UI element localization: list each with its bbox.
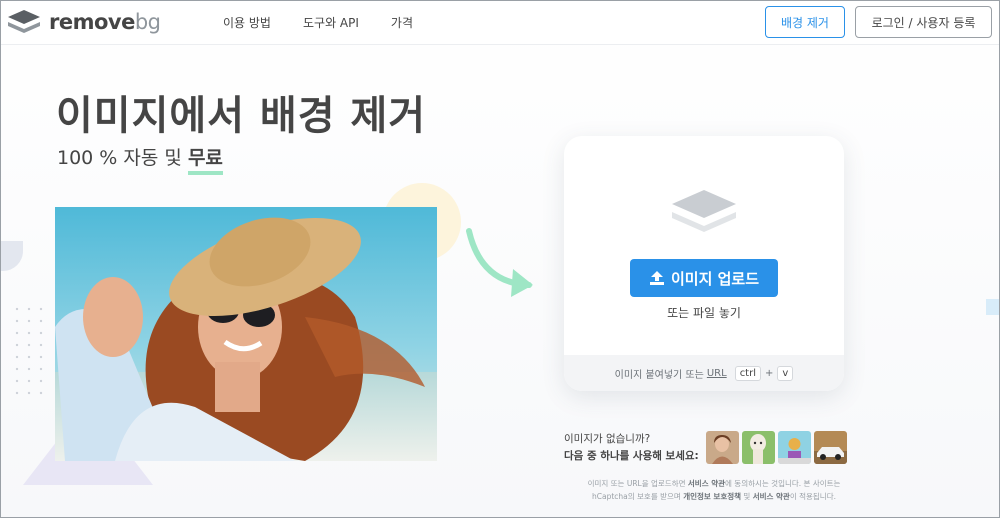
paste-hint: 이미지 붙여넣기 또는 URL ctrl + v [564,355,844,391]
decor-half-circle [1,241,23,271]
sample-image-car[interactable] [814,431,847,464]
remove-background-button[interactable]: 배경 제거 [765,6,845,38]
sample-image-woman[interactable] [706,431,739,464]
decor-square [986,299,999,315]
login-signup-button[interactable]: 로그인 / 사용자 등록 [855,6,992,38]
main-nav: 이용 방법 도구와 API 가격 [223,14,445,31]
hero-photo [55,207,437,461]
nav-item-tools-api[interactable]: 도구와 API [303,14,359,31]
logo[interactable]: removebg [7,9,161,35]
curved-arrow-icon [466,228,533,297]
disclaimer-text-1: 이미지 또는 URL을 업로드하면 [587,479,686,488]
sample-line-1: 이미지가 없습니까? [564,433,651,445]
drop-file-text: 또는 파일 놓기 [667,306,741,320]
upload-button-label: 이미지 업로드 [670,269,760,288]
upload-image-button[interactable]: 이미지 업로드 [630,259,778,297]
terms-link[interactable]: 서비스 약관 [688,479,725,488]
subtitle-text: 100 % 자동 및 [57,147,182,169]
kbd-v: v [777,365,794,381]
sample-image-toy[interactable] [778,431,811,464]
upload-card[interactable]: 이미지 업로드 또는 파일 놓기 이미지 붙여넣기 또는 URL ctrl + … [564,136,844,391]
terms-disclaimer: 이미지 또는 URL을 업로드하면 서비스 약관에 동의하시는 것입니다. 본 … [569,477,859,503]
sample-line-2: 다음 중 하나를 사용해 보세요: [564,450,699,462]
layers-icon [672,190,736,232]
page-title: 이미지에서 배경 제거 [56,93,427,139]
sample-images [706,431,847,464]
disclaimer-text-3: 및 [743,492,751,501]
removebg-logo-icon [8,10,40,33]
page-subtitle: 100 % 자동 및 무료 [57,143,223,175]
kbd-plus: + [765,367,774,379]
logo-text: removebg [49,10,161,34]
kbd-ctrl: ctrl [734,365,761,381]
upload-icon [649,271,664,285]
nav-item-how-to[interactable]: 이용 방법 [223,14,271,31]
subtitle-highlight: 무료 [187,147,223,175]
terms-link-2[interactable]: 서비스 약관 [753,492,790,501]
top-header: removebg 이용 방법 도구와 API 가격 배경 제거 로그인 / 사용… [1,1,999,45]
sample-prompt: 이미지가 없습니까? 다음 중 하나를 사용해 보세요: [564,431,699,465]
sample-image-alpaca[interactable] [742,431,775,464]
privacy-link[interactable]: 개인정보 보호정책 [683,492,741,501]
decor-dot-grid [11,303,51,399]
nav-item-pricing[interactable]: 가격 [391,14,413,31]
paste-url-link[interactable]: URL [707,368,727,379]
paste-text: 이미지 붙여넣기 또는 [614,369,704,381]
browser-viewport: removebg 이용 방법 도구와 API 가격 배경 제거 로그인 / 사용… [0,0,1000,518]
disclaimer-text-4: 이 적용됩니다. [789,492,836,501]
